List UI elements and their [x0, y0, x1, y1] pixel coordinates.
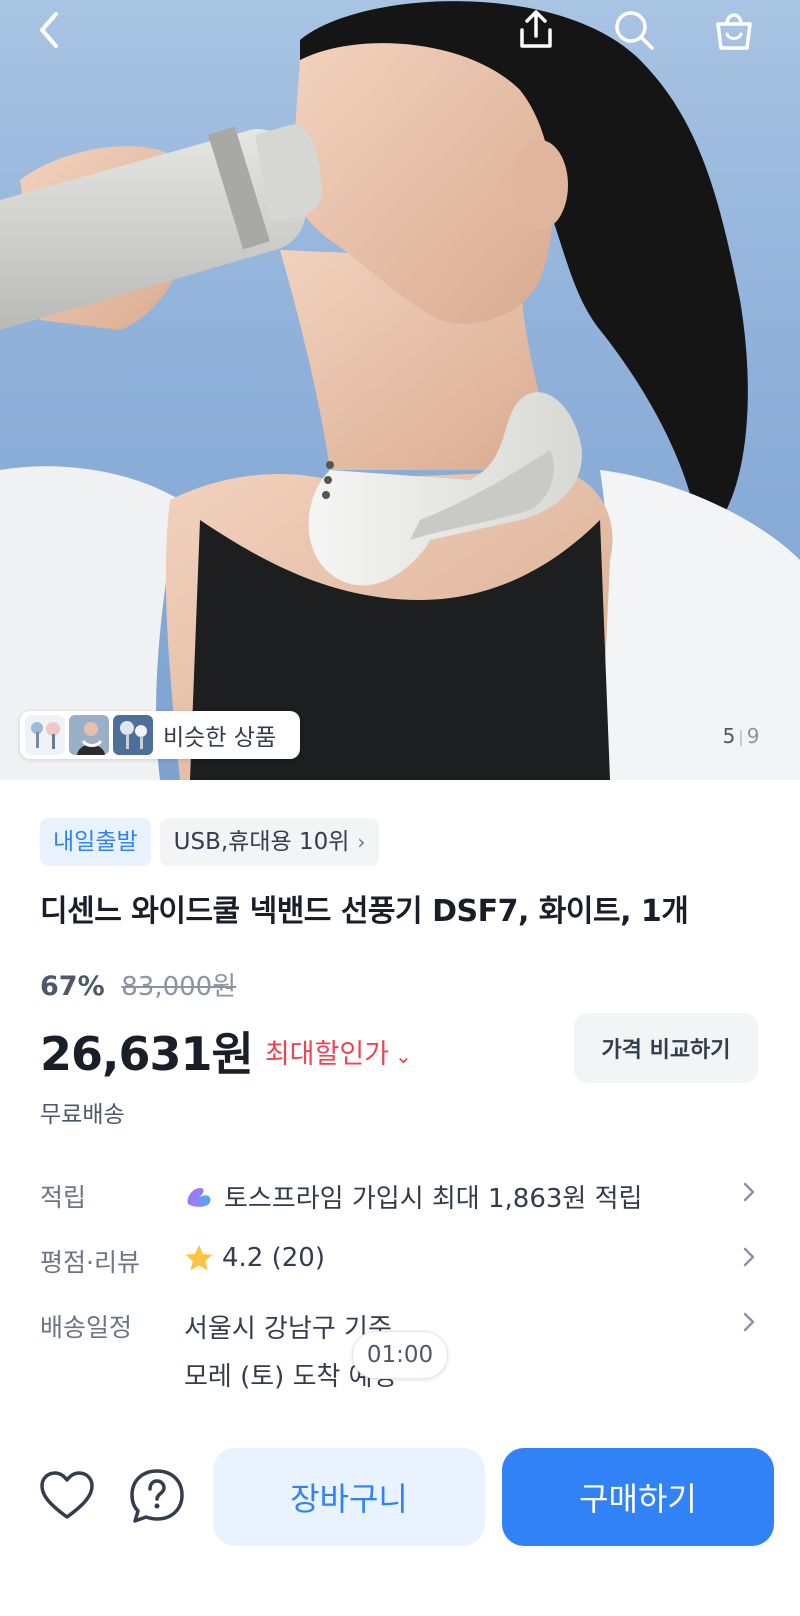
- buy-now-button[interactable]: 구매하기: [502, 1448, 774, 1546]
- rating-key: 평점·리뷰: [40, 1248, 140, 1277]
- share-icon[interactable]: [510, 4, 562, 56]
- top-navigation-bar: [0, 0, 800, 60]
- star-icon: [185, 1245, 213, 1271]
- back-icon[interactable]: [24, 4, 76, 56]
- sale-price: 26,631원: [40, 1027, 254, 1081]
- product-tags: 내일출발 USB,휴대용 10위 ›: [40, 818, 380, 866]
- max-discount-label: 최대할인가: [264, 1038, 390, 1070]
- product-photo: [0, 1, 800, 780]
- shopping-bag-icon[interactable]: [708, 4, 760, 56]
- discount-row: 67% 83,000원: [40, 966, 236, 1003]
- shipping-fee: 무료배송: [40, 1102, 125, 1128]
- points-key: 적립: [40, 1183, 87, 1212]
- pager-current: 5: [722, 724, 736, 748]
- shipping-key: 배송일정: [40, 1313, 133, 1342]
- scroll-fade: [0, 1386, 800, 1436]
- rating-value: 4.2 (20): [222, 1243, 325, 1273]
- toss-prime-icon: [187, 1187, 211, 1207]
- image-pager: 5 | 9: [703, 716, 779, 756]
- rating-value-wrap: 4.2 (20): [184, 1243, 325, 1273]
- ranking-tag[interactable]: USB,휴대용 10위 ›: [159, 818, 380, 866]
- search-icon[interactable]: [608, 4, 660, 56]
- product-title: 디센느 와이드쿨 넥밴드 선풍기 DSF7, 화이트, 1개: [40, 894, 689, 929]
- similar-products-button[interactable]: 비슷한 상품: [20, 711, 300, 759]
- add-to-cart-button[interactable]: 장바구니: [213, 1448, 485, 1546]
- chevron-down-icon: ⌄: [395, 1043, 412, 1068]
- heart-icon[interactable]: [37, 1466, 97, 1526]
- similar-thumbnail: [69, 715, 109, 755]
- max-discount-toggle[interactable]: 최대할인가 ⌄: [265, 1032, 412, 1071]
- chevron-right-icon: ›: [357, 830, 366, 854]
- timer-badge: 01:00: [352, 1331, 448, 1379]
- ranking-tag-label: USB,휴대용 10위: [173, 829, 350, 855]
- similar-thumbnail: [25, 715, 65, 755]
- price-row: 26,631원 최대할인가 ⌄: [40, 1018, 412, 1084]
- discount-rate: 67%: [40, 971, 105, 1002]
- delivery-tag: 내일출발: [40, 818, 151, 866]
- pager-separator: |: [738, 726, 744, 746]
- original-price: 83,000원: [121, 972, 237, 1002]
- points-value: 토스프라임 가입시 최대 1,863원 적립: [224, 1184, 643, 1214]
- rating-row[interactable]: 평점·리뷰 4.2 (20): [40, 1243, 760, 1283]
- question-icon[interactable]: [127, 1466, 187, 1526]
- price-compare-button[interactable]: 가격 비교하기: [574, 1013, 758, 1083]
- points-value-wrap: 토스프라임 가입시 최대 1,863원 적립: [184, 1178, 642, 1215]
- similar-thumbnail: [113, 715, 153, 755]
- bottom-action-bar: 장바구니 구매하기: [0, 1436, 800, 1616]
- pager-total: 9: [746, 724, 760, 748]
- chevron-right-icon: [738, 1308, 760, 1342]
- points-row[interactable]: 적립 토스프라임 가입시 최대 1,863원 적립: [40, 1178, 760, 1218]
- chevron-right-icon: [738, 1243, 760, 1277]
- similar-products-label: 비슷한 상품: [163, 725, 277, 751]
- chevron-right-icon: [738, 1178, 760, 1212]
- product-image-carousel[interactable]: 비슷한 상품 5 | 9: [0, 0, 800, 780]
